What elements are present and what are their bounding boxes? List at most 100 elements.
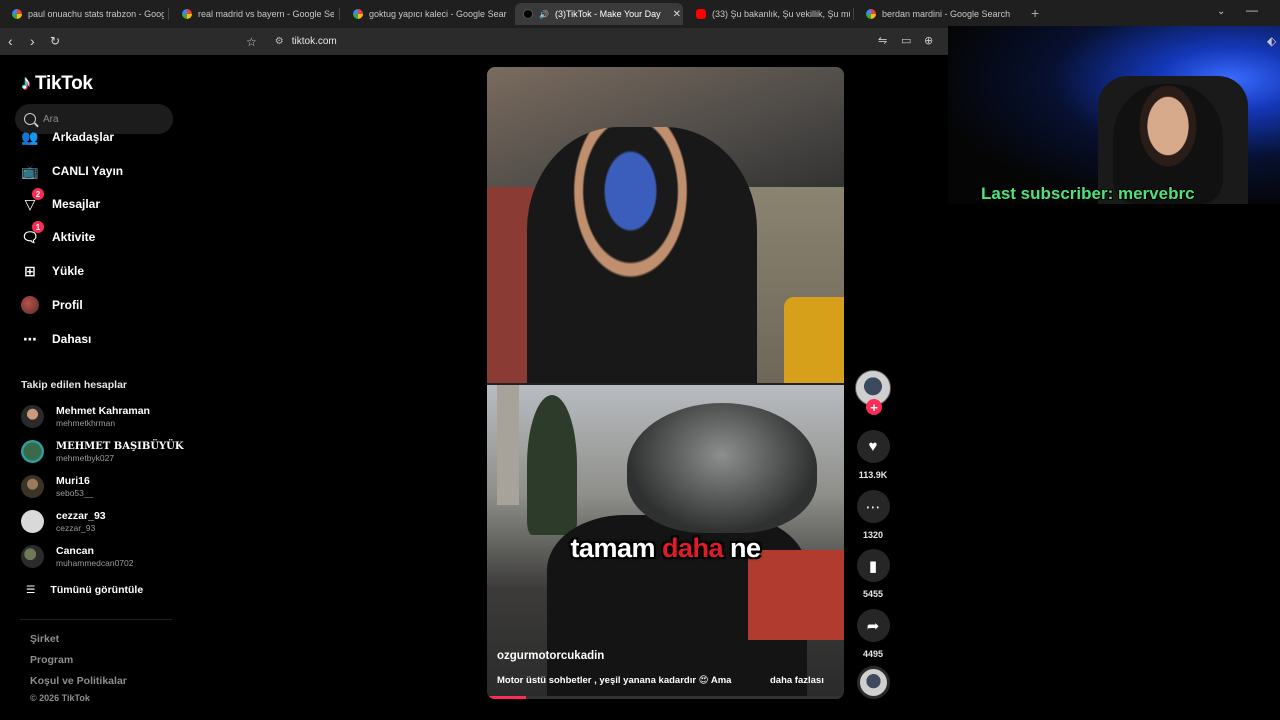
divider bbox=[20, 619, 172, 620]
minimize-window-icon[interactable]: — bbox=[1246, 3, 1258, 17]
account-name: cezzar_93 bbox=[56, 510, 106, 522]
account-username: mehmetkhrman bbox=[56, 418, 116, 428]
profile-avatar bbox=[21, 296, 39, 314]
share-arrow-icon: ➦ bbox=[856, 609, 890, 642]
see-more-link[interactable]: daha fazlası bbox=[770, 675, 824, 686]
save-button[interactable]: ▮ 5455 bbox=[855, 549, 891, 599]
activity-badge: 1 bbox=[32, 221, 44, 233]
browser-tab[interactable]: real madrid vs bayern - Google Searc bbox=[174, 3, 334, 25]
tab-title: (33) Şu bakanlık, Şu vekillik, Şu müdü bbox=[712, 9, 850, 19]
scene-helmet bbox=[627, 403, 817, 533]
more-icon: ⋯ bbox=[23, 330, 37, 347]
last-subscriber-text: Last subscriber: mervebrc bbox=[981, 184, 1195, 203]
tab-search-chevron-icon[interactable]: ⌄ bbox=[1217, 6, 1225, 17]
url-text[interactable]: tiktok.com bbox=[292, 36, 337, 47]
avatar bbox=[21, 405, 44, 428]
follow-plus-icon[interactable]: + bbox=[866, 399, 882, 415]
sidebar-item-live[interactable]: 📺 CANLI Yayın bbox=[20, 161, 123, 181]
sidebar-item-activity[interactable]: 🗨 1 Aktivite bbox=[20, 221, 95, 247]
tiktok-logo[interactable]: ♪ TikTok bbox=[21, 72, 93, 95]
video-author-username[interactable]: ozgurmotorcukadin bbox=[497, 650, 604, 662]
sound-avatar[interactable] bbox=[857, 666, 890, 699]
browser-tab-bar: paul onuachu stats trabzon - Google real… bbox=[0, 0, 1280, 28]
browser-tab[interactable]: paul onuachu stats trabzon - Google bbox=[4, 3, 164, 25]
sidebar-item-label: CANLI Yayın bbox=[52, 164, 124, 178]
avatar bbox=[21, 545, 44, 568]
forward-arrow-icon[interactable]: › bbox=[30, 33, 35, 49]
new-tab-button[interactable]: + bbox=[1031, 5, 1039, 21]
following-account[interactable]: Cancan muhammedcan0702 bbox=[21, 545, 134, 568]
comment-count: 1320 bbox=[862, 530, 884, 540]
youtube-icon bbox=[696, 9, 706, 19]
video-player[interactable]: tamam daha ne ozgurmotorcukadin Motor üs… bbox=[487, 67, 844, 699]
close-tab-icon[interactable]: ✕ bbox=[673, 9, 681, 20]
tab-title: paul onuachu stats trabzon - Google bbox=[28, 9, 164, 19]
sidebar-item-label: Profil bbox=[52, 298, 83, 312]
video-frame-top bbox=[487, 67, 844, 383]
account-name: Mehmet Kahraman bbox=[56, 405, 150, 417]
share-button[interactable]: ➦ 4495 bbox=[855, 609, 891, 659]
see-all-label: Tümünü görüntüle bbox=[50, 584, 144, 596]
sidebar-item-profile[interactable]: Profil bbox=[20, 295, 83, 315]
account-username: muhammedcan0702 bbox=[56, 558, 134, 568]
extension-icon[interactable]: ⬖ bbox=[1267, 34, 1276, 48]
messages-icon: ▽ 2 bbox=[20, 188, 44, 214]
following-account[interactable]: cezzar_93 cezzar_93 bbox=[21, 510, 106, 533]
search-icon bbox=[24, 113, 36, 125]
audio-icon: 🔊 bbox=[539, 9, 549, 19]
browser-tab[interactable]: (33) Şu bakanlık, Şu vekillik, Şu müdü bbox=[688, 3, 850, 25]
description-text: Motor üstü sohbetler , yeşil yanana kada… bbox=[497, 675, 732, 686]
following-account[interactable]: 𝐌𝐄𝐇𝐌𝐄𝐓 𝐁𝐀Ş𝐈𝐁Ü𝐘Ü𝐊 mehmetbyk027 bbox=[21, 440, 184, 463]
scene-taxi bbox=[784, 297, 844, 383]
see-all-button[interactable]: ☰ Tümünü görüntüle bbox=[26, 584, 143, 596]
avatar bbox=[21, 510, 44, 533]
live-icon: 📺 bbox=[21, 162, 39, 179]
tab-title: berdan mardini - Google Search bbox=[882, 9, 1011, 19]
save-count: 5455 bbox=[862, 589, 884, 599]
following-account[interactable]: Muri16 sebo53__ bbox=[21, 475, 93, 498]
footer-link-terms[interactable]: Koşul ve Politikalar bbox=[30, 675, 127, 687]
account-name: 𝐌𝐄𝐇𝐌𝐄𝐓 𝐁𝐀Ş𝐈𝐁Ü𝐘Ü𝐊 bbox=[56, 440, 184, 452]
cast-icon[interactable]: ▭ bbox=[901, 34, 911, 47]
footer-link-company[interactable]: Şirket bbox=[30, 633, 59, 645]
zoom-icon[interactable]: ⊕ bbox=[924, 34, 933, 47]
caption-word-highlight: daha bbox=[662, 533, 724, 563]
tiktok-note-icon: ♪ bbox=[21, 72, 31, 94]
like-button[interactable]: ♥ 113.9K bbox=[855, 430, 891, 480]
footer-link-program[interactable]: Program bbox=[30, 654, 73, 666]
avatar bbox=[21, 440, 44, 463]
bookmark-icon: ▮ bbox=[856, 549, 890, 582]
sidebar-item-more[interactable]: ⋯ Dahası bbox=[20, 329, 91, 349]
following-account[interactable]: Mehmet Kahraman mehmetkhrman bbox=[21, 405, 150, 428]
browser-tab[interactable]: goktug yapıcı kaleci - Google Search bbox=[345, 3, 507, 25]
share-count: 4495 bbox=[862, 649, 884, 659]
friends-icon: 👥 bbox=[21, 128, 39, 145]
comment-button[interactable]: ⋯ 1320 bbox=[855, 490, 891, 540]
back-arrow-icon[interactable]: ‹ bbox=[8, 33, 13, 49]
sidebar: ♪ TikTok Ara 👥 Arkadaşlar 📺 CANLI Yayın … bbox=[0, 55, 200, 720]
following-section-title: Takip edilen hesaplar bbox=[21, 379, 128, 391]
browser-tab[interactable]: berdan mardini - Google Search bbox=[858, 3, 1023, 25]
video-progress-bar[interactable] bbox=[487, 696, 844, 699]
sidebar-item-upload[interactable]: ⊞ Yükle bbox=[20, 261, 84, 281]
reload-icon[interactable]: ↻ bbox=[50, 33, 60, 49]
address-bar[interactable]: ☆ ⚙ tiktok.com bbox=[240, 31, 960, 52]
sidebar-item-friends[interactable]: 👥 Arkadaşlar bbox=[20, 127, 114, 147]
list-icon: ☰ bbox=[26, 584, 36, 596]
tab-separator bbox=[168, 8, 169, 20]
google-icon bbox=[182, 9, 192, 19]
search-placeholder: Ara bbox=[43, 113, 59, 125]
messages-badge: 2 bbox=[32, 188, 44, 200]
bookmark-icon[interactable]: ☆ bbox=[246, 35, 257, 49]
sidebar-item-messages[interactable]: ▽ 2 Mesajlar bbox=[20, 188, 100, 214]
avatar bbox=[21, 475, 44, 498]
browser-tab-active[interactable]: 🔊 (3)TikTok - Make Your Day ✕ bbox=[515, 3, 683, 25]
tab-separator bbox=[339, 8, 340, 20]
site-info-icon[interactable]: ⚙ bbox=[275, 36, 284, 47]
google-icon bbox=[12, 9, 22, 19]
google-icon bbox=[866, 9, 876, 19]
account-name: Cancan bbox=[56, 545, 94, 557]
translate-icon[interactable]: ⇋ bbox=[878, 34, 887, 47]
profile-icon bbox=[20, 295, 40, 315]
tab-title: real madrid vs bayern - Google Searc bbox=[198, 9, 334, 19]
